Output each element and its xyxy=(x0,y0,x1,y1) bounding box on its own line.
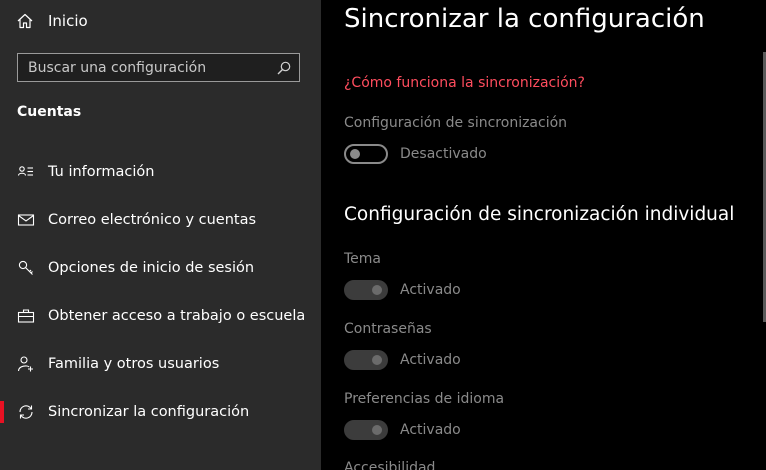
tema-toggle[interactable] xyxy=(344,280,388,300)
sidebar-item-label: Familia y otros usuarios xyxy=(48,356,220,372)
sync-settings-row: Desactivado xyxy=(344,143,487,165)
scrollbar[interactable] xyxy=(762,0,766,470)
preferencias-idioma-toggle[interactable] xyxy=(344,420,388,440)
sidebar-item-label: Opciones de inicio de sesión xyxy=(48,260,255,276)
sidebar-item-correo[interactable]: Correo electrónico y cuentas xyxy=(0,196,321,244)
add-person-icon xyxy=(17,356,33,372)
sync-settings-label: Configuración de sincronización xyxy=(344,115,568,131)
sidebar: Inicio Cuentas Tu información xyxy=(0,0,321,470)
page-title: Sincronizar la configuración xyxy=(344,4,705,34)
home-label: Inicio xyxy=(48,12,88,30)
tema-row: Activado xyxy=(344,279,461,301)
briefcase-icon xyxy=(17,309,35,323)
settings-window: Inicio Cuentas Tu información xyxy=(0,0,766,470)
preferencias-idioma-label: Preferencias de idioma xyxy=(344,391,505,407)
toggle-knob xyxy=(372,355,382,365)
tema-label: Tema xyxy=(344,251,382,267)
sidebar-item-trabajo-escuela[interactable]: Obtener acceso a trabajo o escuela xyxy=(0,292,321,340)
contrasenas-row: Activado xyxy=(344,349,461,371)
sidebar-item-label: Obtener acceso a trabajo o escuela xyxy=(48,308,306,324)
sidebar-item-familia[interactable]: Familia y otros usuarios xyxy=(0,340,321,388)
mail-icon xyxy=(17,214,35,226)
tema-state: Activado xyxy=(400,282,461,298)
toggle-knob xyxy=(372,425,382,435)
preferencias-idioma-row: Activado xyxy=(344,419,461,441)
toggle-knob xyxy=(350,149,360,159)
help-link[interactable]: ¿Cómo funciona la sincronización? xyxy=(344,75,585,91)
sidebar-item-label: Sincronizar la configuración xyxy=(48,404,250,420)
section-title: Cuentas xyxy=(17,104,82,120)
toggle-knob xyxy=(372,285,382,295)
key-icon xyxy=(18,260,33,275)
sidebar-item-sincronizar[interactable]: Sincronizar la configuración xyxy=(0,388,321,436)
individual-settings-title: Configuración de sincronización individu… xyxy=(344,204,735,225)
home-nav-item[interactable]: Inicio xyxy=(16,8,88,34)
search-box[interactable] xyxy=(17,53,300,82)
contrasenas-toggle[interactable] xyxy=(344,350,388,370)
sidebar-item-opciones-inicio-sesion[interactable]: Opciones de inicio de sesión xyxy=(0,244,321,292)
contrasenas-label: Contraseñas xyxy=(344,321,432,337)
main-content: Sincronizar la configuración ¿Cómo funci… xyxy=(321,0,766,470)
contrasenas-state: Activado xyxy=(400,352,461,368)
search-icon[interactable] xyxy=(276,60,292,76)
search-input[interactable] xyxy=(18,54,276,81)
sync-icon xyxy=(19,405,33,419)
preferencias-idioma-state: Activado xyxy=(400,422,461,438)
sidebar-item-label: Tu información xyxy=(48,164,155,180)
sync-settings-state: Desactivado xyxy=(400,146,487,162)
accesibilidad-label: Accesibilidad xyxy=(344,460,436,470)
home-icon xyxy=(17,13,33,29)
sidebar-item-label: Correo electrónico y cuentas xyxy=(48,212,257,228)
sync-settings-toggle[interactable] xyxy=(344,144,388,164)
sidebar-item-tu-informacion[interactable]: Tu información xyxy=(0,148,321,196)
contact-card-icon xyxy=(17,166,33,176)
